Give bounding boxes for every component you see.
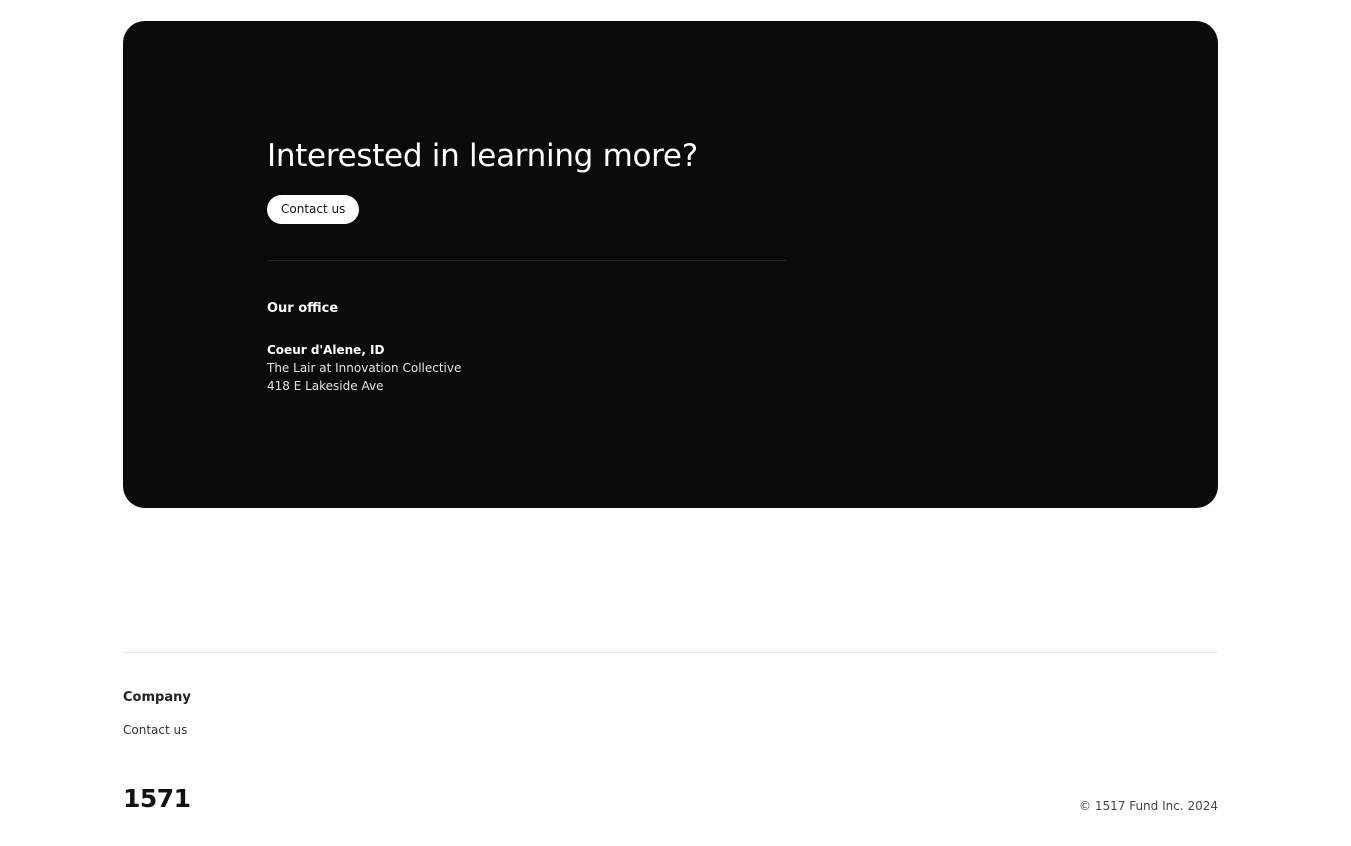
cta-content: Interested in learning more? Contact us … — [267, 136, 786, 395]
footer-divider — [123, 652, 1218, 653]
footer-link-contact-us[interactable]: Contact us — [123, 721, 187, 739]
footer-logo[interactable]: 1571 — [123, 783, 191, 815]
cta-card: Interested in learning more? Contact us … — [123, 21, 1218, 508]
page: Interested in learning more? Contact us … — [0, 0, 1351, 846]
footer-copyright: © 1517 Fund Inc. 2024 — [1079, 799, 1218, 813]
office-address-line2: 418 E Lakeside Ave — [267, 379, 384, 393]
office-title: Our office — [267, 301, 339, 316]
cta-divider — [267, 260, 786, 261]
contact-us-button[interactable]: Contact us — [267, 195, 360, 224]
cta-heading: Interested in learning more? — [267, 138, 698, 174]
office-city: Coeur d'Alene, ID — [267, 343, 385, 357]
office-address-line1: The Lair at Innovation Collective — [267, 361, 462, 375]
footer-section-heading-company: Company — [123, 690, 191, 705]
